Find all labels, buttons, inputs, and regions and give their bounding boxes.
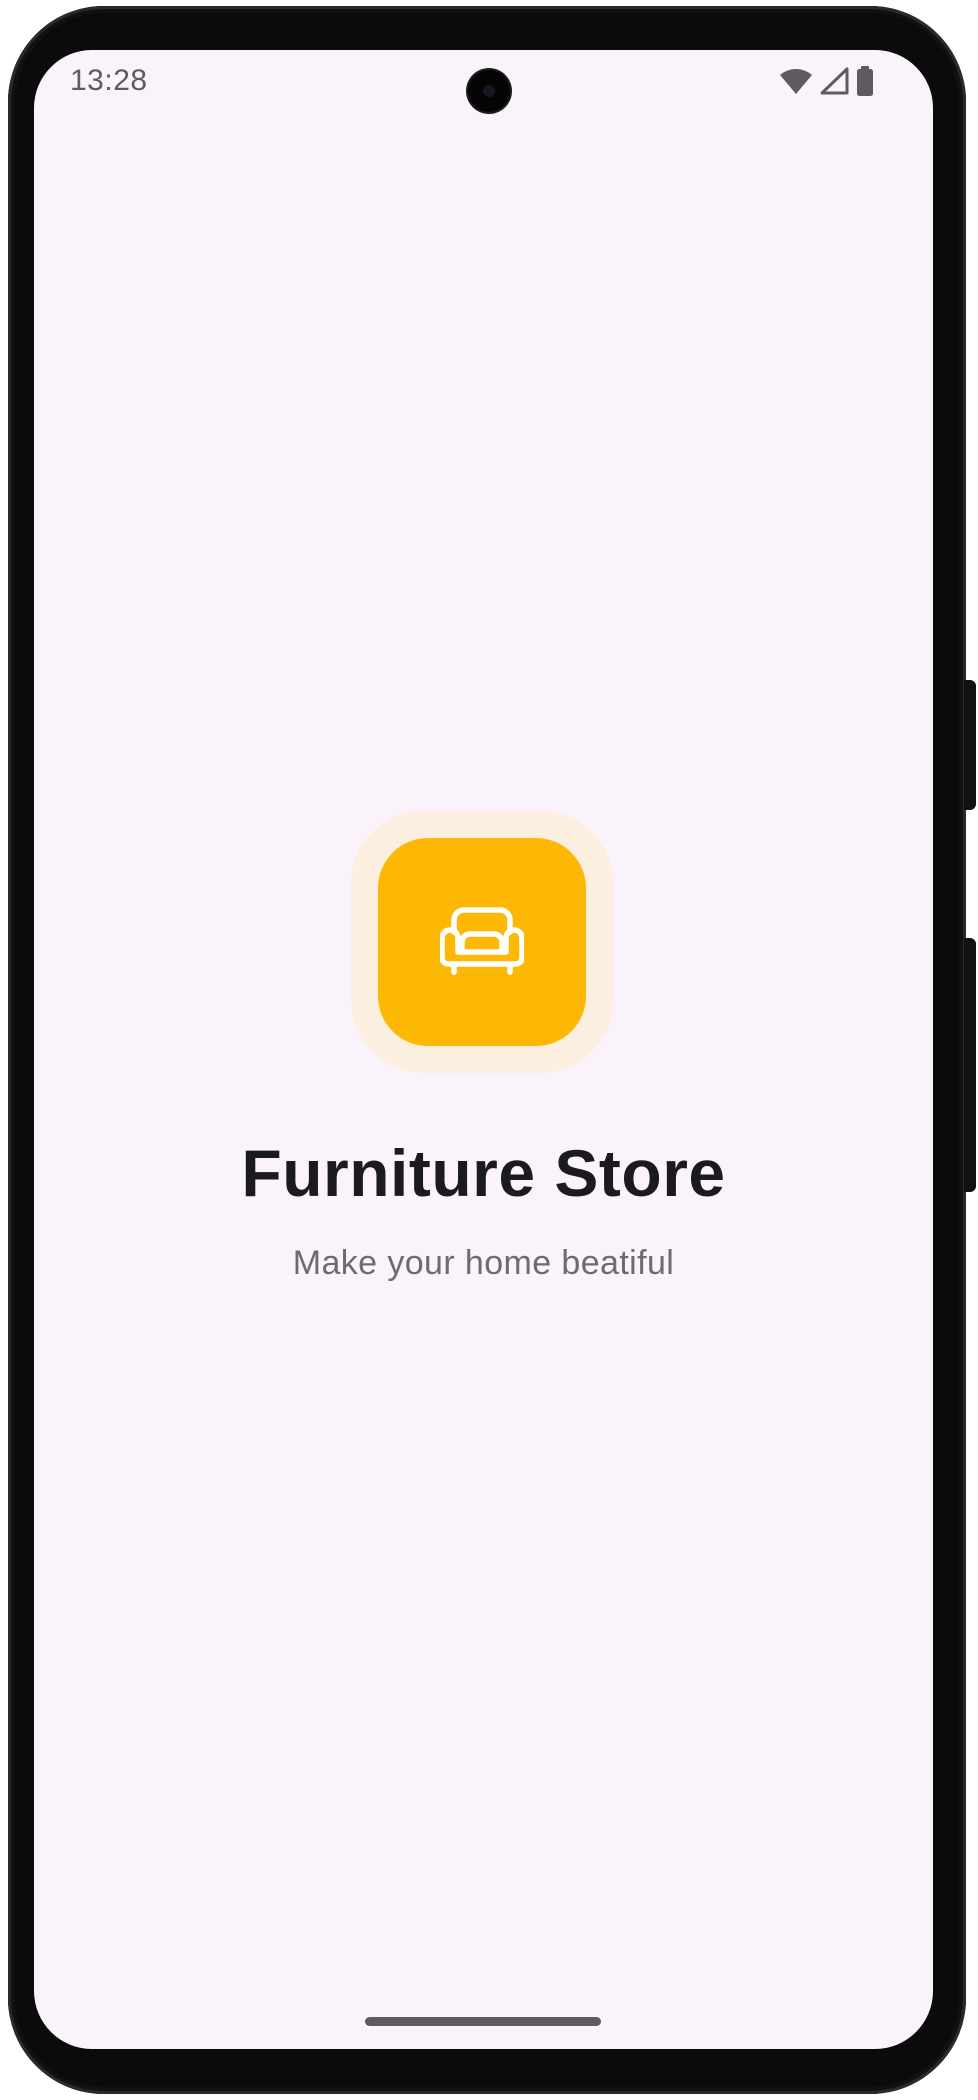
app-logo <box>378 838 586 1046</box>
power-button <box>964 680 976 810</box>
app-title: Furniture Store <box>241 1136 726 1210</box>
splash-content: Furniture Store Make your home beatiful <box>34 50 933 2049</box>
screen: 13:28 Furniture Store Make your home bea… <box>34 50 933 2049</box>
home-gesture-bar[interactable] <box>365 2017 601 2026</box>
sofa-icon <box>439 904 525 981</box>
app-tagline: Make your home beatiful <box>292 1244 675 1282</box>
volume-rocker <box>964 938 976 1192</box>
